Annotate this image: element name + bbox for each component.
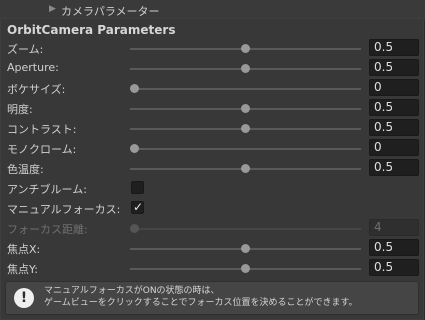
param-row-monochrome: モノクローム: 0: [1, 138, 423, 158]
manual-focus-label: マニュアルフォーカス:: [7, 203, 121, 216]
manual-focus-checkbox[interactable]: ✓: [131, 200, 144, 214]
brightness-slider-thumb[interactable]: [241, 104, 250, 113]
param-row-focus-distance: フォーカス距離: 4: [1, 218, 423, 238]
color-temperature-slider-thumb[interactable]: [241, 164, 250, 173]
param-label: Aperture:: [7, 61, 59, 74]
focus-y-value-field[interactable]: 0.5: [369, 259, 419, 276]
contrast-slider-thumb[interactable]: [241, 124, 250, 133]
foldout-arrow-icon[interactable]: ▶: [49, 4, 56, 14]
focus-distance-slider-thumb: [130, 224, 139, 233]
bokeh-size-slider-thumb[interactable]: [130, 84, 139, 93]
param-label: 色温度:: [7, 163, 44, 176]
bokeh-size-value-field[interactable]: 0: [369, 79, 419, 96]
anti-bloom-label: アンチブルーム:: [7, 183, 87, 196]
help-box: ! マニュアルフォーカスがONの状態の時は、 ゲームビューをクリックすることでフ…: [5, 281, 419, 315]
help-line-1: マニュアルフォーカスがONの状態の時は、: [44, 286, 220, 296]
param-row-focus-y: 焦点Y: 0.5: [1, 258, 423, 278]
parameters-panel: OrbitCamera Parameters ズーム: 0.5 Aperture…: [0, 18, 424, 320]
param-label: ボケサイズ:: [7, 83, 66, 96]
foldout-label[interactable]: カメラパラメーター: [61, 3, 160, 19]
param-row-contrast: コントラスト: 0.5: [1, 118, 423, 138]
param-row-focus-x: 焦点X: 0.5: [1, 238, 423, 258]
param-label: 明度:: [7, 103, 33, 116]
info-icon: !: [14, 288, 34, 308]
param-row-zoom: ズーム: 0.5: [1, 38, 423, 58]
param-row-aperture: Aperture: 0.5: [1, 58, 423, 78]
monochrome-slider-track[interactable]: [130, 148, 361, 150]
toggle-row-anti-bloom: アンチブルーム:: [1, 178, 423, 198]
focus-x-slider-thumb[interactable]: [241, 244, 250, 253]
focus-x-label: 焦点X:: [7, 243, 41, 256]
checkmark-icon: ✓: [133, 200, 144, 214]
monochrome-slider-thumb[interactable]: [130, 144, 139, 153]
aperture-value-field[interactable]: 0.5: [369, 59, 419, 76]
zoom-value-field[interactable]: 0.5: [369, 39, 419, 56]
foldout-header[interactable]: ▶ カメラパラメーター: [0, 0, 425, 20]
param-row-color-temperature: 色温度: 0.5: [1, 158, 423, 178]
aperture-slider-thumb[interactable]: [241, 64, 250, 73]
param-row-brightness: 明度: 0.5: [1, 98, 423, 118]
focus-y-slider-thumb[interactable]: [241, 264, 250, 273]
monochrome-value-field[interactable]: 0: [369, 139, 419, 156]
section-title: OrbitCamera Parameters: [7, 23, 176, 37]
help-line-2: ゲームビューをクリックすることでフォーカス位置を決めることができます。: [44, 298, 358, 308]
help-text: マニュアルフォーカスがONの状態の時は、 ゲームビューをクリックすることでフォー…: [44, 285, 358, 309]
toggle-row-manual-focus: マニュアルフォーカス: ✓: [1, 198, 423, 218]
focus-distance-label: フォーカス距離:: [7, 223, 88, 236]
focus-x-value-field[interactable]: 0.5: [369, 239, 419, 256]
brightness-value-field[interactable]: 0.5: [369, 99, 419, 116]
param-label: コントラスト:: [7, 123, 77, 136]
bokeh-size-slider-track[interactable]: [130, 88, 361, 90]
param-label: ズーム:: [7, 43, 44, 56]
param-row-bokeh-size: ボケサイズ: 0: [1, 78, 423, 98]
focus-y-label: 焦点Y:: [7, 263, 38, 276]
focus-distance-value-field: 4: [369, 219, 419, 236]
focus-distance-slider-track: [130, 228, 361, 230]
anti-bloom-checkbox[interactable]: [131, 181, 144, 194]
color-temperature-value-field[interactable]: 0.5: [369, 159, 419, 176]
contrast-value-field[interactable]: 0.5: [369, 119, 419, 136]
param-label: モノクローム:: [7, 143, 77, 156]
zoom-slider-thumb[interactable]: [241, 44, 250, 53]
